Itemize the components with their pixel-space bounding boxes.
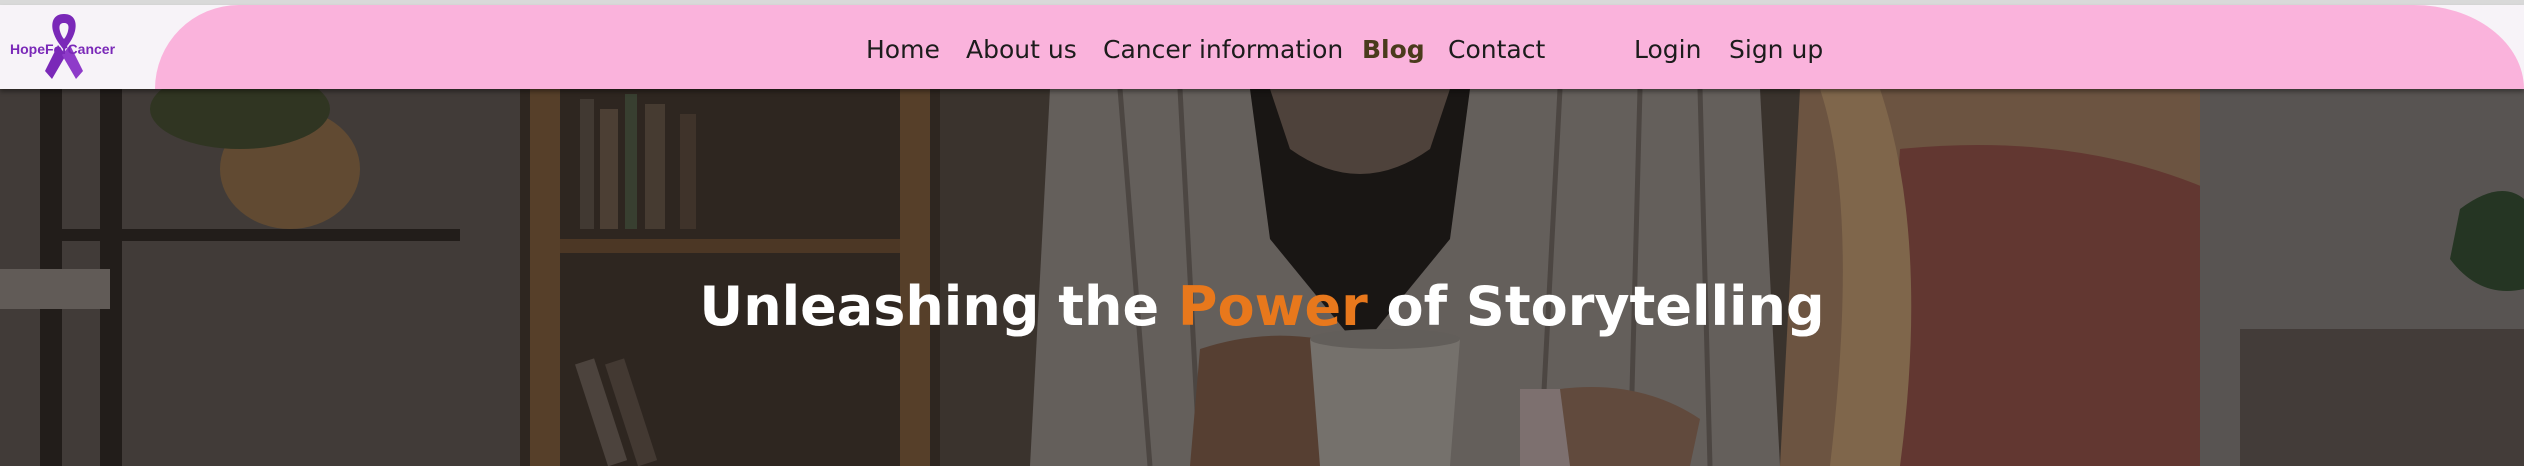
hero-banner: Unleashing the Power of Storytelling — [0, 89, 2524, 466]
page: HopeForCancer Home About us Cancer infor… — [0, 0, 2524, 466]
hero-title-accent: Power — [1177, 275, 1368, 339]
nav-home[interactable]: Home — [866, 35, 940, 64]
site-header: HopeForCancer Home About us Cancer infor… — [0, 5, 2524, 89]
hero-title-end: of Storytelling — [1367, 275, 1825, 339]
nav-about-us[interactable]: About us — [966, 35, 1077, 64]
hero-title: Unleashing the Power of Storytelling — [0, 275, 2524, 338]
nav-blog[interactable]: Blog — [1362, 35, 1425, 64]
hero-title-start: Unleashing the — [699, 275, 1178, 339]
nav-contact[interactable]: Contact — [1448, 35, 1545, 64]
login-link[interactable]: Login — [1634, 35, 1701, 64]
signup-link[interactable]: Sign up — [1729, 35, 1823, 64]
main-navigation: Home About us Cancer information Blog Co… — [0, 5, 2524, 89]
nav-cancer-information[interactable]: Cancer information — [1103, 35, 1343, 64]
